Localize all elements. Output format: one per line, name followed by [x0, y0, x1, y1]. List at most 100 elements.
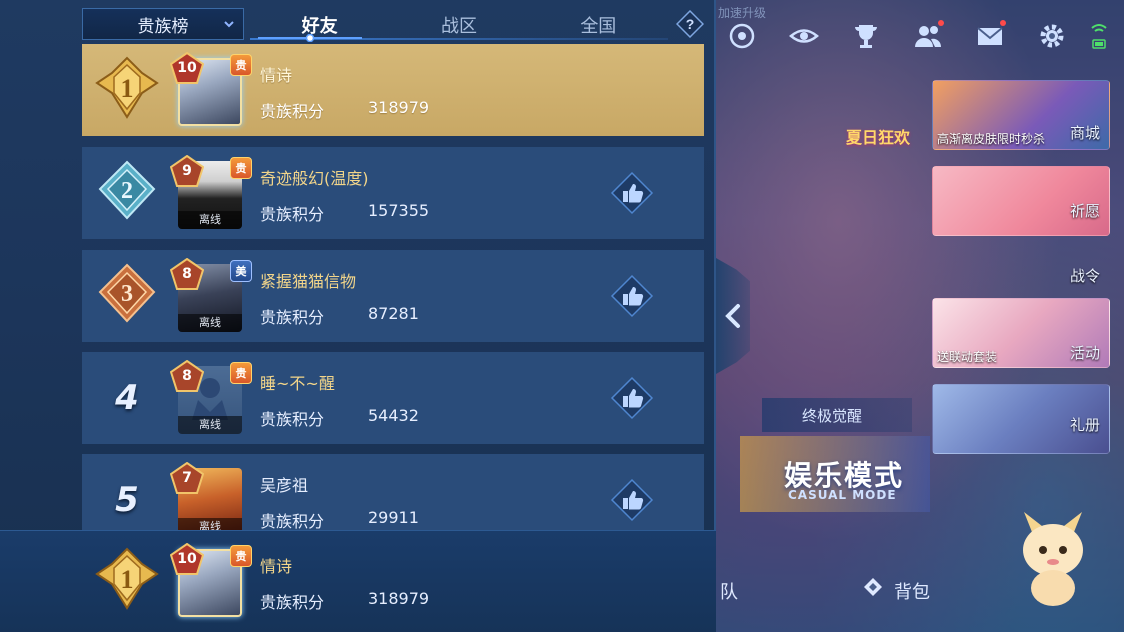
- bronze-rank-badge-icon: 3: [92, 259, 162, 333]
- player-name: 情诗: [260, 66, 293, 85]
- mail-icon[interactable]: [970, 18, 1010, 54]
- chevron-down-icon: [224, 21, 234, 28]
- event-title[interactable]: 夏日狂欢: [838, 84, 918, 154]
- ranking-list: 1 10 贵 情诗 贵族积分 318979 2 离线 9 贵 奇迹般幻(温度) …: [82, 44, 704, 530]
- friends-icon[interactable]: [908, 18, 948, 54]
- promo-activity-caption: 送联动套装: [937, 350, 998, 364]
- offline-label: 离线: [178, 211, 242, 229]
- ranking-type-label: 贵族榜: [137, 16, 189, 37]
- player-avatar[interactable]: 10 贵: [170, 541, 252, 621]
- player-name: 吴彦祖: [260, 476, 309, 495]
- like-button[interactable]: [610, 274, 654, 318]
- table-row[interactable]: 4 离线 8 贵 睡~不~醒 贵族积分 54432: [82, 352, 704, 444]
- my-rank-row[interactable]: 1 10 贵 情诗 贵族积分 318979: [82, 535, 704, 627]
- player-info: 情诗 贵族积分 318979: [260, 44, 704, 136]
- trophy-icon[interactable]: [846, 18, 886, 54]
- my-rank-footer: 1 10 贵 情诗 贵族积分 318979: [0, 530, 716, 632]
- noble-tag-icon: 美: [230, 260, 252, 282]
- score-label: 贵族积分: [260, 102, 325, 121]
- svg-text:3: 3: [121, 281, 133, 307]
- table-row[interactable]: 1 10 贵 情诗 贵族积分 318979: [82, 44, 704, 136]
- player-info: 吴彦祖 贵族积分 29911: [260, 454, 610, 530]
- score-label: 贵族积分: [260, 512, 325, 530]
- bag-icon[interactable]: [860, 574, 886, 600]
- gold-rank-badge-icon: 1: [92, 53, 162, 127]
- rank-cell: 3: [82, 250, 172, 342]
- table-row[interactable]: 5 离线 7 吴彦祖 贵族积分 29911: [82, 454, 704, 530]
- thumbs-up-icon: [610, 376, 654, 420]
- score-value: 54432: [368, 406, 419, 425]
- eye-icon[interactable]: [784, 18, 824, 54]
- noble-tag-icon: 贵: [230, 54, 252, 76]
- mail-alert-dot: [1000, 20, 1006, 26]
- score-value: 29911: [368, 508, 419, 527]
- noble-tag-icon: 贵: [230, 362, 252, 384]
- ranking-type-dropdown[interactable]: 贵族榜: [82, 8, 244, 40]
- player-avatar[interactable]: 离线 9 贵: [170, 153, 252, 233]
- active-tab-indicator: [258, 34, 362, 42]
- rank-number: 5: [115, 480, 139, 520]
- casual-mode-subtitle: CASUAL MODE: [788, 488, 897, 502]
- ultimate-awaken-bar[interactable]: 终极觉醒: [762, 398, 912, 432]
- gift-book-label[interactable]: 礼册: [1062, 414, 1108, 435]
- chevron-left-icon: [725, 304, 740, 328]
- thumbs-up-icon: [610, 274, 654, 318]
- offline-label: 离线: [178, 314, 242, 332]
- nav-team[interactable]: 队: [720, 578, 738, 604]
- battle-pass-label[interactable]: 战令: [1062, 265, 1108, 286]
- noble-level-badge: 8: [170, 360, 204, 392]
- player-name: 情诗: [260, 557, 293, 576]
- player-avatar[interactable]: 离线 8 美: [170, 256, 252, 336]
- noble-level-badge: 8: [170, 258, 204, 290]
- like-button[interactable]: [610, 171, 654, 215]
- like-button[interactable]: [610, 376, 654, 420]
- offline-label: 离线: [178, 518, 242, 530]
- gear-icon[interactable]: [1032, 18, 1072, 54]
- svg-text:2: 2: [121, 178, 133, 204]
- score-label: 贵族积分: [260, 593, 325, 612]
- mascot-pet[interactable]: [1010, 510, 1096, 606]
- table-row[interactable]: 3 离线 8 美 紧握猫猫信物 贵族积分 87281: [82, 250, 704, 342]
- nav-bag[interactable]: 背包: [894, 578, 930, 604]
- score-value: 318979: [368, 589, 430, 608]
- like-button[interactable]: [610, 478, 654, 522]
- svg-text:?: ?: [686, 16, 695, 32]
- score-label: 贵族积分: [260, 308, 325, 327]
- svg-text:1: 1: [121, 74, 134, 103]
- player-name: 睡~不~醒: [260, 374, 335, 393]
- score-value: 157355: [368, 201, 430, 220]
- score-label: 贵族积分: [260, 205, 325, 224]
- player-info: 奇迹般幻(温度) 贵族积分 157355: [260, 147, 610, 239]
- wish-label[interactable]: 祈愿: [1062, 200, 1108, 221]
- lobby-top-icons: [722, 16, 1122, 56]
- battery-signal-icon: [1090, 20, 1108, 52]
- noble-level-badge: 10: [170, 52, 204, 84]
- player-avatar[interactable]: 离线 7: [170, 460, 248, 530]
- table-row[interactable]: 2 离线 9 贵 奇迹般幻(温度) 贵族积分 157355: [82, 147, 704, 239]
- player-avatar[interactable]: 离线 8 贵: [170, 358, 252, 438]
- noble-level-badge: 10: [170, 543, 204, 575]
- rank-number: 4: [115, 378, 139, 418]
- gold-rank-badge-icon: 1: [92, 544, 162, 618]
- shop-label[interactable]: 商城: [1062, 122, 1108, 143]
- rank-cell: 2: [82, 147, 172, 239]
- help-icon[interactable]: ?: [676, 10, 704, 38]
- rank-cell: 4: [82, 352, 172, 444]
- tab-national[interactable]: 全国: [529, 6, 668, 42]
- offline-label: 离线: [178, 416, 242, 434]
- player-avatar[interactable]: 10 贵: [170, 50, 252, 130]
- friends-alert-dot: [938, 20, 944, 26]
- thumbs-up-icon: [610, 171, 654, 215]
- activity-label[interactable]: 活动: [1062, 342, 1108, 363]
- tab-war-zone[interactable]: 战区: [389, 6, 528, 42]
- noble-level-badge: 9: [170, 155, 204, 187]
- score-value: 87281: [368, 304, 419, 323]
- rank-cell: 5: [82, 454, 172, 530]
- silver-rank-badge-icon: 2: [92, 156, 162, 230]
- player-name: 奇迹般幻(温度): [260, 169, 369, 188]
- target-icon[interactable]: [722, 18, 762, 54]
- promo-shop-caption: 高渐离皮肤限时秒杀: [937, 132, 1046, 146]
- score-value: 318979: [368, 98, 430, 117]
- player-info: 情诗 贵族积分 318979: [260, 535, 704, 627]
- rank-cell: 1: [82, 44, 172, 136]
